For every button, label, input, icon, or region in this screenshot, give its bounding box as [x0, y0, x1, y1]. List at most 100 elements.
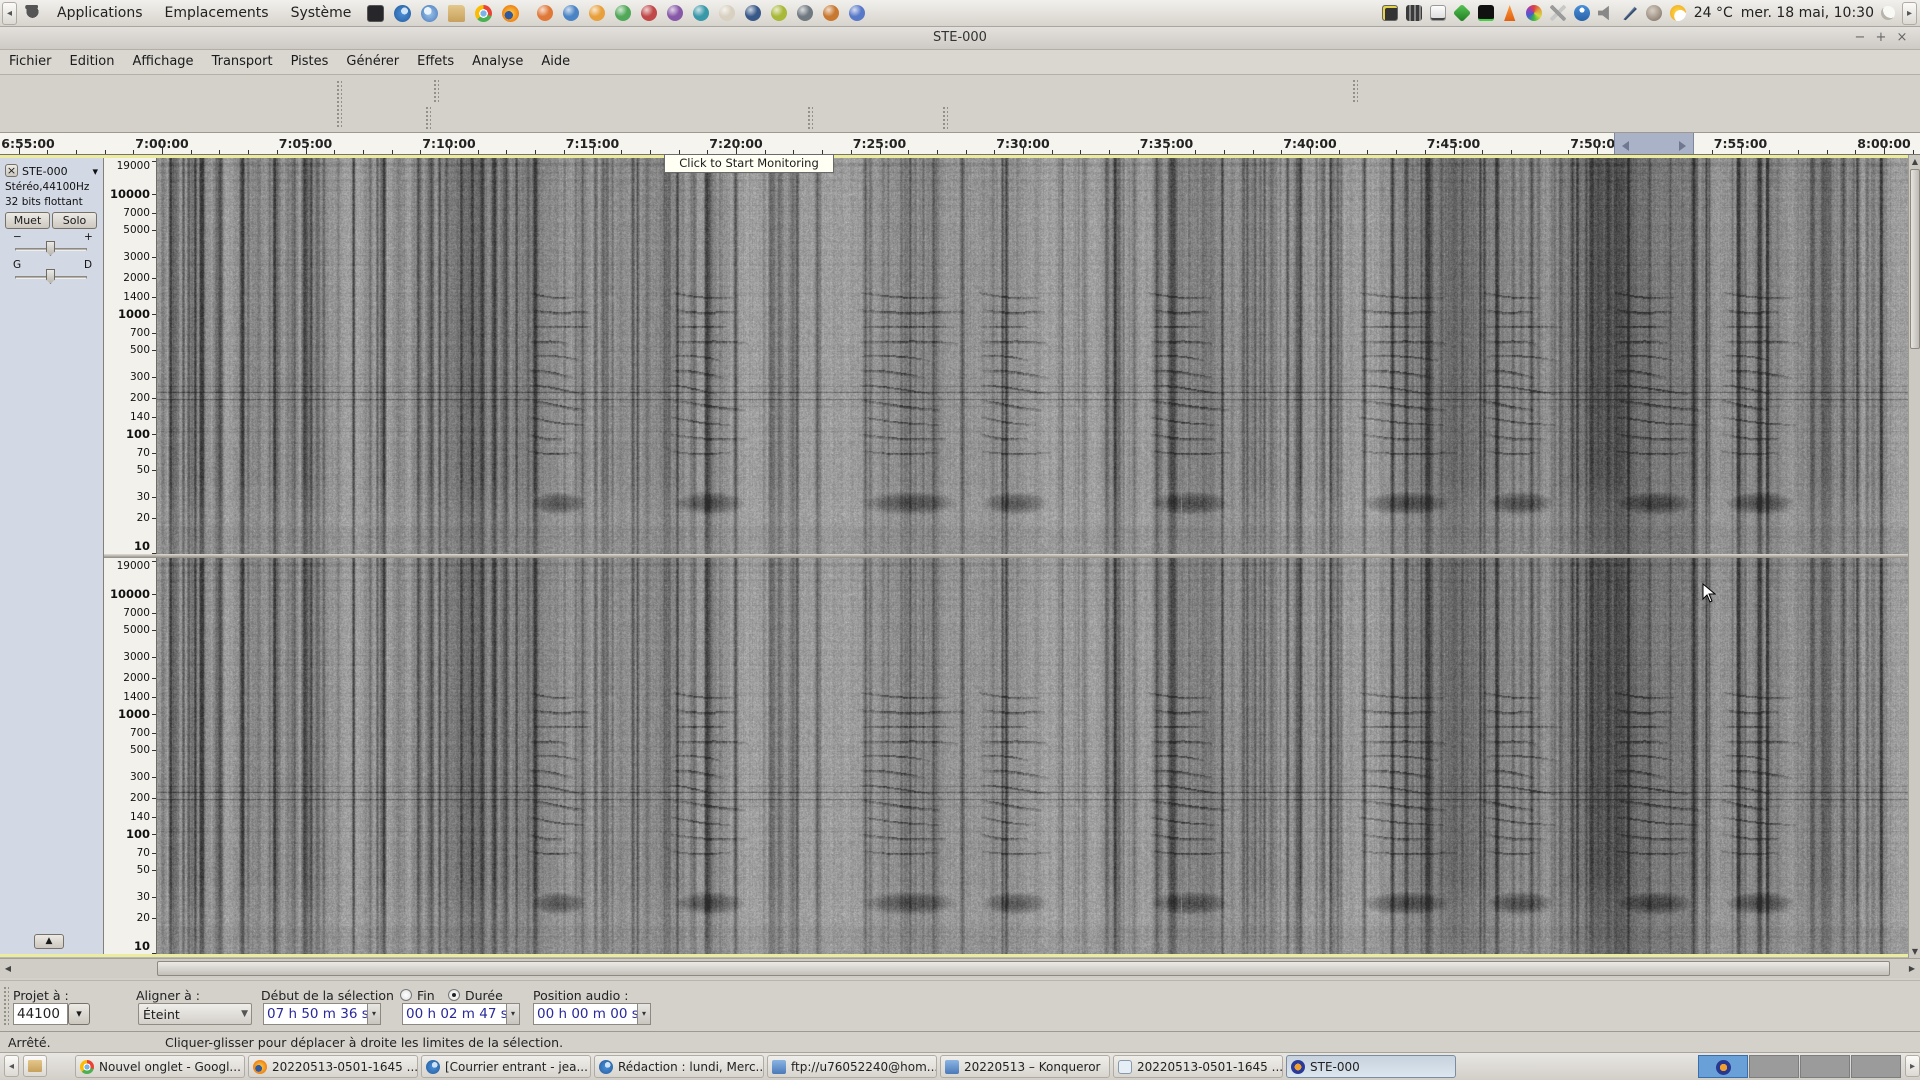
menu-transport[interactable]: Transport	[203, 50, 282, 74]
project-rate-dropdown[interactable]: ▾	[68, 1003, 90, 1025]
snap-combo[interactable]: Éteint▼	[138, 1003, 252, 1025]
color-wheel-icon[interactable]	[1526, 5, 1542, 21]
pan-slider-thumb[interactable]	[46, 269, 55, 284]
panel-expand-button[interactable]: ▸	[1902, 2, 1917, 25]
chrome-icon[interactable]	[475, 5, 492, 22]
volume-icon[interactable]	[1598, 5, 1614, 21]
app-launcher-icon[interactable]	[563, 5, 579, 21]
audio-position-field[interactable]: 00 h 00 m 00 s▾	[533, 1003, 651, 1025]
accessibility-icon[interactable]	[1574, 5, 1590, 21]
track-collapse-button[interactable]: ▲	[34, 934, 64, 949]
panel-menu-applications[interactable]: Applications	[46, 0, 154, 26]
file-manager-button[interactable]	[23, 1055, 47, 1077]
stylus-icon[interactable]	[1622, 5, 1638, 21]
app-launcher-icon[interactable]	[693, 5, 709, 21]
globe-icon[interactable]	[421, 5, 438, 22]
gain-slider-thumb[interactable]	[46, 241, 55, 256]
track-close-button[interactable]: ×	[5, 164, 18, 177]
toolbar-grip[interactable]	[941, 105, 948, 130]
taskbar-item[interactable]: 20220513 – Konqueror	[940, 1055, 1110, 1078]
panel-menu-système[interactable]: Système	[280, 0, 363, 26]
project-rate-value[interactable]: 44100	[13, 1003, 68, 1025]
vertical-scrollbar[interactable]: ▲ ▼	[1908, 155, 1920, 958]
app-launcher-icon[interactable]	[589, 5, 605, 21]
film-reel-icon[interactable]	[1406, 5, 1422, 21]
toolbar-grip[interactable]	[335, 79, 342, 127]
app-launcher-icon[interactable]	[719, 5, 735, 21]
light-switch-icon[interactable]	[1430, 5, 1446, 21]
thunderbird-icon[interactable]	[394, 5, 411, 22]
toolbar-grip[interactable]	[1351, 78, 1358, 103]
scroll-down-arrow[interactable]: ▼	[1909, 947, 1920, 956]
toolbar-grip[interactable]	[424, 105, 431, 130]
app-launcher-icon[interactable]	[615, 5, 631, 21]
toolbar-grip[interactable]	[806, 105, 813, 130]
maximize-button[interactable]: +	[1873, 30, 1889, 46]
menu-analyse[interactable]: Analyse	[463, 50, 532, 74]
menu-pistes[interactable]: Pistes	[282, 50, 338, 74]
close-button[interactable]: ×	[1894, 30, 1910, 46]
workspace-1[interactable]	[1698, 1055, 1748, 1078]
minimize-button[interactable]: −	[1852, 30, 1868, 46]
scroll-right-arrow[interactable]: ▶	[1906, 964, 1918, 973]
workspace-4[interactable]	[1851, 1055, 1901, 1078]
ruler-selection[interactable]	[1614, 133, 1694, 155]
horizontal-scrollbar[interactable]: ◀ ▶	[0, 958, 1920, 978]
menu-edition[interactable]: Edition	[61, 50, 124, 74]
display-icon[interactable]	[1382, 5, 1398, 21]
taskbar-item[interactable]: [Courrier entrant - jea...	[421, 1055, 591, 1078]
weather-icon[interactable]	[1670, 5, 1686, 21]
track-control-panel[interactable]: × STE-000▾ Stéréo,44100Hz 32 bits flotta…	[0, 158, 104, 954]
taskbar-item[interactable]: Rédaction : lundi, Merc...	[594, 1055, 764, 1078]
menu-affichage[interactable]: Affichage	[123, 50, 202, 74]
app-launcher-icon[interactable]	[667, 5, 683, 21]
menu-générer[interactable]: Générer	[337, 50, 408, 74]
terminal-icon[interactable]	[367, 5, 384, 22]
menu-effets[interactable]: Effets	[408, 50, 463, 74]
taskbar-item[interactable]: 20220513-0501-1645 ...	[1113, 1055, 1283, 1078]
scroll-left-arrow[interactable]: ◀	[2, 964, 14, 973]
radio-duration[interactable]	[448, 989, 460, 1001]
firefox-icon[interactable]	[502, 5, 519, 22]
app-launcher-icon[interactable]	[537, 5, 553, 21]
panel-menu-emplacements[interactable]: Emplacements	[154, 0, 280, 26]
spectrogram-channel-left[interactable]	[157, 158, 1908, 554]
app-launcher-icon[interactable]	[771, 5, 787, 21]
taskbar-item[interactable]: Nouvel onglet - Googl...	[75, 1055, 245, 1078]
vlc-cone-icon[interactable]	[1502, 5, 1518, 21]
mute-button[interactable]: Muet	[5, 212, 50, 229]
timeline-ruler[interactable]: 6:55:007:00:007:05:007:10:007:15:007:20:…	[0, 133, 1920, 155]
track-title-menu[interactable]: STE-000▾	[22, 165, 98, 178]
system-monitor-icon[interactable]	[1478, 5, 1494, 21]
taskbar-expand-button[interactable]: ▸	[1905, 1055, 1920, 1077]
app-launcher-icon[interactable]	[797, 5, 813, 21]
selection-duration-field[interactable]: 00 h 02 m 47 s▾	[402, 1003, 520, 1025]
solo-button[interactable]: Solo	[52, 212, 97, 229]
app-launcher-icon[interactable]	[823, 5, 839, 21]
tools-icon[interactable]	[1550, 5, 1566, 21]
gnome-foot-icon[interactable]	[24, 5, 41, 22]
media-player-icon[interactable]	[1453, 4, 1471, 22]
app-launcher-icon[interactable]	[849, 5, 865, 21]
app-launcher-icon[interactable]	[641, 5, 657, 21]
menu-aide[interactable]: Aide	[532, 50, 579, 74]
taskbar-item[interactable]: STE-000	[1286, 1055, 1456, 1078]
horizontal-scrollbar-thumb[interactable]	[157, 961, 1890, 976]
gimp-icon[interactable]	[1646, 5, 1662, 21]
spectrogram-channel-right[interactable]	[157, 558, 1908, 954]
taskbar-item[interactable]: 20220513-0501-1645 ...	[248, 1055, 418, 1078]
workspace-3[interactable]	[1800, 1055, 1850, 1078]
panel-clock[interactable]: mer. 18 mai, 10:30	[1741, 5, 1874, 21]
folder-icon[interactable]	[448, 5, 465, 22]
radio-end[interactable]	[400, 989, 412, 1001]
workspace-2[interactable]	[1749, 1055, 1799, 1078]
scroll-up-arrow[interactable]: ▲	[1909, 157, 1920, 166]
selection-start-field[interactable]: 07 h 50 m 36 s▾	[263, 1003, 381, 1025]
audacity-titlebar[interactable]: STE-000 − + ×	[0, 27, 1920, 50]
toolbar-grip[interactable]	[2, 985, 9, 1027]
monitor-tooltip[interactable]: Click to Start Monitoring	[664, 154, 834, 173]
menu-fichier[interactable]: Fichier	[0, 50, 61, 74]
show-desktop-button[interactable]: ◂	[4, 1055, 19, 1077]
taskbar-item[interactable]: ftp://u76052240@hom...	[767, 1055, 937, 1078]
vertical-scrollbar-thumb[interactable]	[1910, 169, 1920, 349]
